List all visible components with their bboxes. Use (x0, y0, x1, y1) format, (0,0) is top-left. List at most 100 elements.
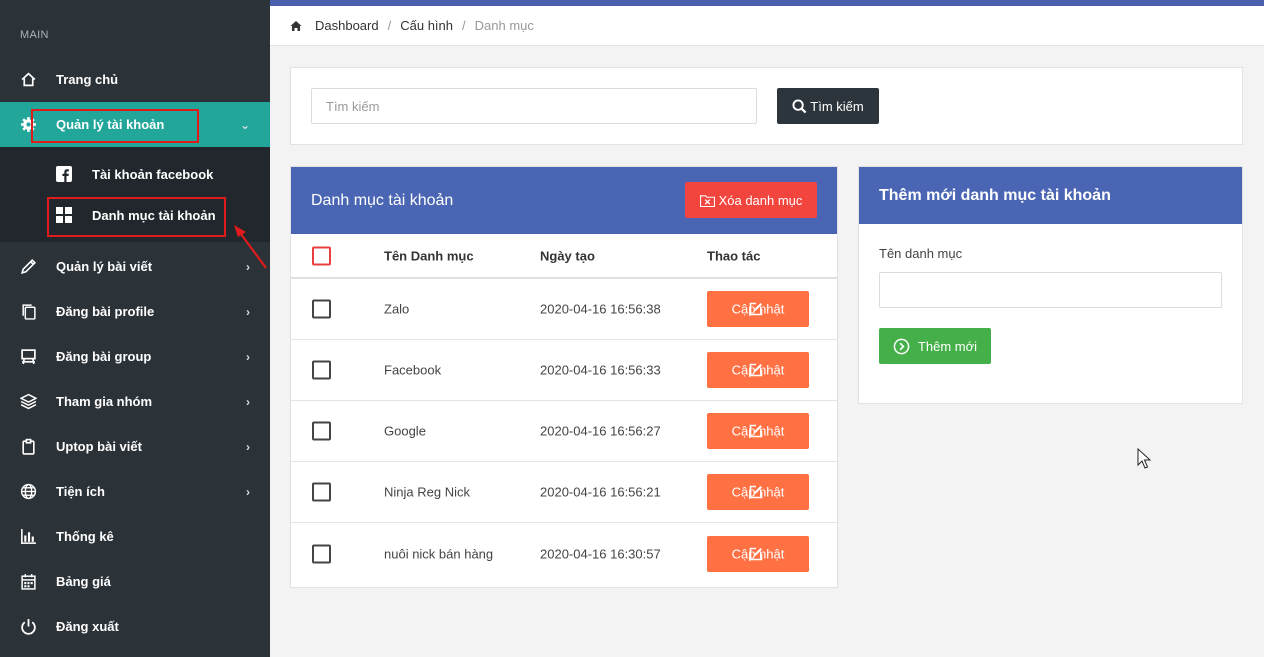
column-header-name: Tên Danh mục (384, 248, 474, 263)
home-icon (0, 71, 56, 88)
sidebar-item-uptop[interactable]: Uptop bài viết › (0, 424, 270, 469)
sidebar-item-label: Bảng giá (56, 574, 111, 589)
row-date: 2020-04-16 16:30:57 (540, 546, 661, 561)
table-row: Facebook 2020-04-16 16:56:33 Cập nhật (291, 340, 837, 401)
grid-icon (0, 207, 92, 223)
facebook-icon (0, 166, 92, 182)
update-button[interactable]: Cập nhật (707, 474, 809, 510)
breadcrumb-config[interactable]: Cấu hình (400, 18, 453, 33)
calendar-icon (0, 573, 56, 590)
gear-icon (0, 116, 56, 133)
category-name-input[interactable] (879, 272, 1222, 308)
home-icon (290, 20, 302, 31)
breadcrumb-current: Danh mục (474, 18, 534, 33)
sidebar-item-label: Quản lý bài viết (56, 259, 153, 274)
sidebar-item-group-post[interactable]: Đăng bài group › (0, 334, 270, 379)
sidebar-item-label: Uptop bài viết (56, 439, 142, 454)
row-checkbox[interactable] (312, 544, 331, 563)
search-button-label: Tìm kiếm (810, 98, 864, 114)
sidebar-item-label: Đăng xuất (56, 619, 119, 634)
category-table-title: Danh mục tài khoản (311, 191, 454, 209)
clipboard-icon (0, 438, 56, 455)
table-row: Google 2020-04-16 16:56:27 Cập nhật (291, 401, 837, 462)
table-row: nuôi nick bán hàng 2020-04-16 16:30:57 C… (291, 523, 837, 584)
layers-icon (0, 393, 56, 410)
select-all-checkbox[interactable] (312, 246, 331, 265)
folder-delete-icon (699, 194, 715, 207)
copy-icon (0, 303, 56, 320)
sidebar-item-profile-post[interactable]: Đăng bài profile › (0, 289, 270, 334)
sidebar-item-account-management[interactable]: Quản lý tài khoản ⌄ (0, 102, 270, 147)
add-category-button[interactable]: Thêm mới (879, 328, 991, 364)
sidebar-item-label: Đăng bài group (56, 349, 152, 364)
category-table-header: Danh mục tài khoản Xóa danh mục (291, 167, 837, 234)
update-button[interactable]: Cập nhật (707, 535, 809, 572)
row-checkbox[interactable] (312, 299, 331, 319)
power-icon (0, 618, 56, 635)
add-category-card: Thêm mới danh mục tài khoản Tên danh mục… (858, 166, 1243, 404)
row-name: Zalo (384, 301, 410, 317)
add-category-label: Thêm mới (917, 338, 978, 354)
row-checkbox[interactable] (312, 360, 331, 380)
sidebar: MAIN Trang chủ Quản lý tài khoản ⌄ Tài k… (0, 0, 270, 657)
globe-icon (0, 483, 56, 500)
sidebar-item-statistics[interactable]: Thống kê (0, 514, 270, 559)
row-name: nuôi nick bán hàng (384, 546, 494, 561)
sidebar-item-pricing[interactable]: Bảng giá (0, 559, 270, 604)
update-button-label: Cập nhật (731, 546, 785, 561)
update-button-label: Cập nhật (731, 301, 785, 317)
column-header-date: Ngày tạo (540, 248, 595, 263)
easel-icon (0, 348, 56, 365)
search-icon (792, 98, 807, 113)
sidebar-item-logout[interactable]: Đăng xuất (0, 604, 270, 649)
sidebar-item-label: Thống kê (56, 529, 114, 544)
update-button[interactable]: Cập nhật (707, 291, 809, 327)
row-name: Facebook (384, 362, 442, 378)
row-name: Ninja Reg Nick (384, 484, 470, 500)
bar-chart-icon (0, 528, 56, 545)
chevron-right-icon: › (246, 349, 250, 364)
table-row: Ninja Reg Nick 2020-04-16 16:56:21 Cập n… (291, 462, 837, 523)
chevron-right-icon: › (246, 484, 250, 499)
circle-chevron-right-icon (893, 338, 910, 354)
row-date: 2020-04-16 16:56:33 (540, 362, 661, 378)
breadcrumb-dashboard[interactable]: Dashboard (315, 18, 379, 33)
chevron-down-icon: ⌄ (239, 117, 250, 132)
sidebar-item-utilities[interactable]: Tiện ích › (0, 469, 270, 514)
row-date: 2020-04-16 16:56:27 (540, 423, 661, 439)
chevron-right-icon: › (246, 304, 250, 319)
row-name: Google (384, 423, 426, 439)
update-button[interactable]: Cập nhật (707, 413, 809, 449)
sidebar-subitem-label: Danh mục tài khoản (92, 207, 216, 223)
update-button-label: Cập nhật (731, 423, 785, 439)
search-input[interactable]: Tìm kiếm (311, 88, 757, 124)
column-header-action: Thao tác (707, 248, 761, 263)
category-name-label: Tên danh mục (879, 246, 963, 261)
row-checkbox[interactable] (312, 482, 331, 502)
sidebar-item-label: Quản lý tài khoản (56, 117, 165, 132)
update-button-label: Cập nhật (731, 362, 785, 378)
sidebar-item-label: Trang chủ (56, 72, 119, 87)
update-button-label: Cập nhật (731, 484, 785, 500)
delete-category-label: Xóa danh mục (718, 192, 803, 208)
sidebar-subitem-label: Tài khoản facebook (92, 166, 214, 182)
search-button[interactable]: Tìm kiếm (777, 88, 879, 124)
delete-category-button[interactable]: Xóa danh mục (685, 182, 817, 218)
add-category-title: Thêm mới danh mục tài khoản (879, 186, 1111, 204)
sidebar-item-label: Tiện ích (56, 484, 105, 499)
mouse-cursor-icon (1137, 448, 1151, 469)
pencil-icon (0, 258, 56, 275)
row-checkbox[interactable] (312, 421, 331, 441)
sidebar-section-label: MAIN (20, 29, 49, 41)
add-category-header: Thêm mới danh mục tài khoản (859, 167, 1242, 224)
sidebar-item-join-group[interactable]: Tham gia nhóm › (0, 379, 270, 424)
table-row: Zalo 2020-04-16 16:56:38 Cập nhật (291, 279, 837, 340)
chevron-right-icon: › (246, 394, 250, 409)
breadcrumb-separator: / (462, 18, 466, 33)
search-card: Tìm kiếm Tìm kiếm (290, 67, 1243, 145)
update-button[interactable]: Cập nhật (707, 352, 809, 388)
sidebar-item-home[interactable]: Trang chủ (0, 57, 270, 102)
table-header-row: Tên Danh mục Ngày tạo Thao tác (291, 234, 837, 279)
sidebar-subitem-facebook-accounts[interactable]: Tài khoản facebook (0, 154, 270, 194)
row-date: 2020-04-16 16:56:21 (540, 484, 661, 500)
